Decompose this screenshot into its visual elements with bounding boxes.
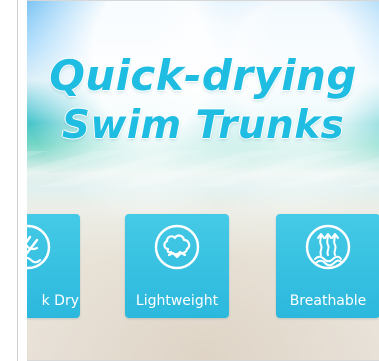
feature-label-quick-dry: k Dry <box>41 293 79 309</box>
cotton-icon <box>154 224 200 270</box>
banner-title-line-1: Quick-drying <box>49 51 357 100</box>
swim-trunks-banner: Quick-drying Swim Trunks k Dry Lightweig… <box>27 0 379 361</box>
drying-cloth-icon <box>27 224 51 270</box>
feature-label-lightweight: Lightweight <box>135 293 219 309</box>
product-banner-page: Quick-drying Swim Trunks k Dry Lightweig… <box>0 0 379 361</box>
banner-title-line-2: Swim Trunks <box>61 103 345 148</box>
feature-card-breathable: Breathable <box>276 214 379 318</box>
left-edge-strip <box>0 0 18 361</box>
breathable-wave-icon <box>305 224 351 270</box>
feature-card-lightweight: Lightweight <box>125 214 229 318</box>
feature-label-breathable: Breathable <box>289 293 367 309</box>
feature-card-quick-dry: k Dry <box>27 214 80 318</box>
